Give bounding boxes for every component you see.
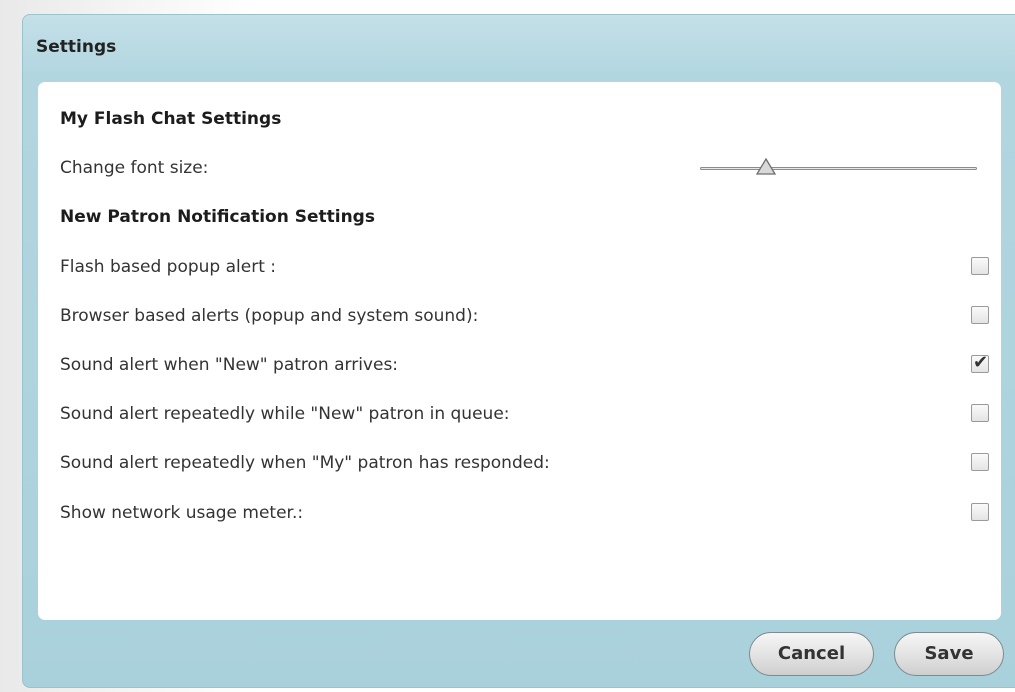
font-size-label: Change font size:	[60, 158, 209, 178]
slider-track[interactable]	[700, 167, 977, 170]
option-row-sound-responded: Sound alert repeatedly when "My" patron …	[60, 448, 989, 478]
network-meter-checkbox[interactable]	[971, 503, 989, 521]
save-button[interactable]: Save	[894, 632, 1004, 676]
dialog-title: Settings	[36, 37, 117, 57]
option-label: Sound alert repeatedly while "New" patro…	[60, 404, 510, 424]
triangle-thumb-icon[interactable]	[756, 158, 777, 176]
check-icon: ✔	[973, 352, 989, 373]
option-label: Sound alert repeatedly when "My" patron …	[60, 453, 550, 473]
option-label: Show network usage meter.:	[60, 503, 304, 523]
sound-responded-checkbox[interactable]	[971, 453, 989, 471]
settings-panel: My Flash Chat Settings Change font size:…	[38, 82, 1001, 620]
option-row-sound-queue: Sound alert repeatedly while "New" patro…	[60, 399, 989, 429]
option-row-sound-new-patron: Sound alert when "New" patron arrives: ✔	[60, 350, 989, 380]
option-label: Sound alert when "New" patron arrives:	[60, 355, 399, 375]
notification-section-heading-row: New Patron Notification Settings	[60, 202, 989, 232]
flash-chat-section-heading-row: My Flash Chat Settings	[60, 104, 989, 134]
sound-queue-checkbox[interactable]	[971, 404, 989, 422]
browser-alerts-checkbox[interactable]	[971, 306, 989, 324]
sound-new-patron-checkbox[interactable]: ✔	[971, 352, 989, 373]
flash-chat-settings-heading: My Flash Chat Settings	[60, 109, 282, 129]
option-row-network-meter: Show network usage meter.:	[60, 498, 989, 528]
settings-dialog: Settings My Flash Chat Settings Change f…	[22, 14, 1015, 688]
option-label: Browser based alerts (popup and system s…	[60, 306, 479, 326]
cancel-button[interactable]: Cancel	[749, 632, 874, 676]
flash-popup-checkbox[interactable]	[971, 257, 989, 275]
font-size-row: Change font size:	[60, 153, 989, 183]
font-size-slider[interactable]	[700, 153, 977, 183]
option-row-flash-popup: Flash based popup alert :	[60, 252, 989, 282]
option-label: Flash based popup alert :	[60, 257, 277, 277]
option-row-browser-alerts: Browser based alerts (popup and system s…	[60, 301, 989, 331]
new-patron-notification-heading: New Patron Notification Settings	[60, 207, 375, 227]
